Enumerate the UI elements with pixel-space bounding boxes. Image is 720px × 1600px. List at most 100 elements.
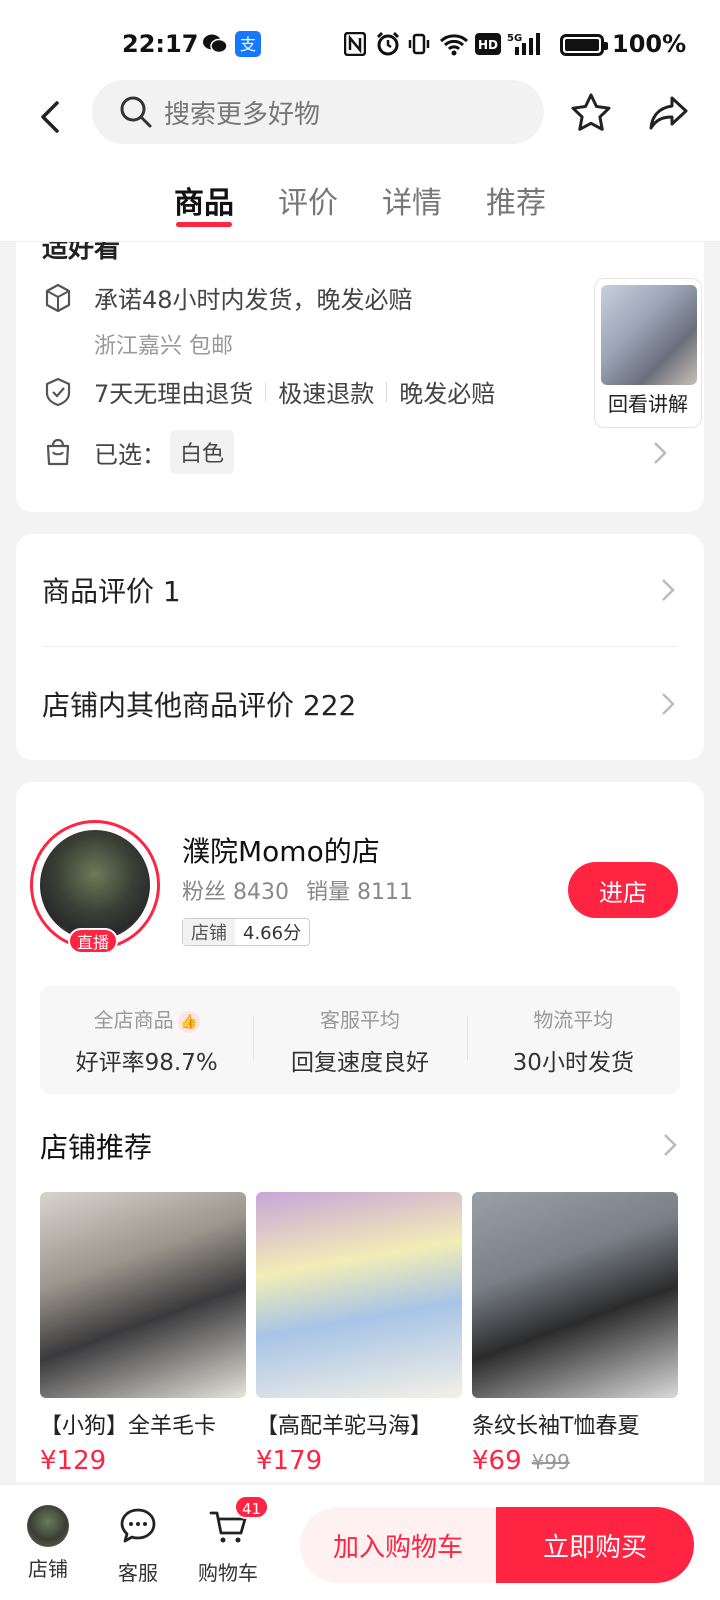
svg-text:HD: HD <box>478 38 498 52</box>
product-price: ¥179 <box>256 1446 323 1476</box>
metric-product-rating: 全店商品 👍 好评率98.7% <box>40 986 253 1094</box>
live-replay-thumbnail <box>601 285 697 385</box>
selected-color-chip: 白色 <box>170 430 235 474</box>
tab-product[interactable]: 商品 <box>152 160 256 241</box>
customer-service-label: 客服 <box>118 1561 158 1585</box>
product-image <box>472 1192 678 1398</box>
alarm-icon <box>374 30 402 58</box>
shop-score-badge: 店铺 4.66分 <box>182 918 311 946</box>
product-name: 条纹长袖T恤春夏 <box>472 1414 640 1439</box>
shop-avatar-small <box>27 1505 69 1547</box>
enter-shop-button[interactable]: 进店 <box>568 862 678 918</box>
product-card[interactable]: 【小狗】全羊毛卡 ¥129 <box>40 1192 246 1476</box>
metric-service: 客服平均 回复速度良好 <box>253 986 466 1094</box>
battery-percent: 100% <box>612 30 687 58</box>
chat-bubble-icon <box>120 1508 156 1543</box>
chevron-right-icon <box>662 693 675 715</box>
reviews-card: 商品评价 1 店铺内其他商品评价 222 <box>16 534 704 760</box>
product-image <box>40 1192 246 1398</box>
back-arrow-icon <box>41 101 59 133</box>
cut-off-title: 适好看 <box>42 242 121 264</box>
guarantee-row[interactable]: 7天无理由退货 极速退款 晚发必赔 <box>42 374 495 409</box>
shipping-row[interactable]: 承诺48小时内发货，晚发必赔 <box>42 280 413 315</box>
metric-label: 客服平均 <box>319 1008 400 1032</box>
metric-logistics: 物流平均 30小时发货 <box>466 986 680 1094</box>
vibrate-icon <box>406 30 432 58</box>
shipping-promise: 承诺48小时内发货，晚发必赔 <box>94 286 413 314</box>
product-original-price: ¥99 <box>531 1450 570 1474</box>
tab-reviews[interactable]: 评价 <box>256 160 360 241</box>
shop-reviews-label: 店铺内其他商品评价 222 <box>42 689 357 722</box>
nfc-icon <box>342 30 368 58</box>
product-card[interactable]: 【高配羊驼马海】 ¥179 <box>256 1192 462 1476</box>
shield-check-icon <box>45 377 71 406</box>
chevron-right-icon <box>662 579 675 601</box>
live-replay-label: 回看讲解 <box>608 392 688 416</box>
cart-button[interactable]: 41 购物车 <box>190 1495 270 1586</box>
product-card[interactable]: 条纹长袖T恤春夏 ¥69 ¥99 <box>472 1192 678 1476</box>
bag-icon <box>46 438 70 466</box>
cart-count-badge: 41 <box>234 1495 270 1519</box>
svg-text:5G: 5G <box>507 33 522 44</box>
shop-metrics: 全店商品 👍 好评率98.7% 客服平均 回复速度良好 物流平均 30小时发货 <box>40 986 680 1094</box>
shop-score-key: 店铺 <box>183 919 235 945</box>
status-bar: 22:17 支 HD 5G 100% <box>0 0 720 90</box>
metric-label: 物流平均 <box>533 1008 614 1032</box>
product-price: ¥69 <box>472 1446 522 1476</box>
product-reviews-row[interactable]: 商品评价 1 <box>42 534 684 646</box>
chevron-right-icon[interactable] <box>662 1132 678 1158</box>
customer-service-button[interactable]: 客服 <box>100 1505 176 1586</box>
battery-icon <box>560 34 608 56</box>
metric-value: 回复速度良好 <box>290 1050 429 1076</box>
shop-name[interactable]: 濮院Momo的店 <box>182 830 380 870</box>
shop-card: 直播 濮院Momo的店 粉丝 8430 销量 8111 店铺 4.66分 进店 … <box>16 782 704 1482</box>
thumbs-up-icon: 👍 <box>177 1011 200 1033</box>
shop-avatar-image <box>40 830 150 940</box>
tab-details[interactable]: 详情 <box>360 160 464 241</box>
bottom-action-bar: 店铺 客服 41 购物车 加入购物车 立即购买 <box>0 1484 720 1600</box>
guarantee-1: 7天无理由退货 <box>94 380 254 408</box>
wechat-icon <box>200 30 230 58</box>
package-icon <box>45 283 71 312</box>
5g-signal-icon: 5G <box>506 30 542 58</box>
status-time: 22:17 <box>122 30 199 58</box>
back-button[interactable] <box>30 92 70 142</box>
product-image <box>256 1192 462 1398</box>
product-name: 【小狗】全羊毛卡 <box>40 1414 217 1439</box>
search-placeholder: 搜索更多好物 <box>164 99 321 130</box>
service-card: 适好看 承诺48小时内发货，晚发必赔 浙江嘉兴 包邮 7天无理由退货 极速退款 … <box>16 242 704 512</box>
tab-recommend[interactable]: 推荐 <box>464 160 568 241</box>
buy-now-button[interactable]: 立即购买 <box>496 1507 694 1583</box>
search-input[interactable]: 搜索更多好物 <box>92 80 544 144</box>
metric-label: 全店商品 <box>93 1008 174 1032</box>
shipping-origin: 浙江嘉兴 包邮 <box>94 334 233 359</box>
svg-text:支: 支 <box>240 35 256 54</box>
live-badge: 直播 <box>68 928 118 954</box>
favorite-button[interactable] <box>568 90 614 136</box>
search-icon <box>120 96 152 128</box>
hd-icon: HD <box>474 30 502 58</box>
shop-recommend-title[interactable]: 店铺推荐 <box>40 1126 152 1166</box>
live-replay-card[interactable]: 回看讲解 <box>594 278 702 428</box>
divider <box>265 381 267 402</box>
share-button[interactable] <box>646 90 692 136</box>
recommended-products: 【小狗】全羊毛卡 ¥129 【高配羊驼马海】 ¥179 条纹长袖T恤春夏 ¥69… <box>40 1192 680 1476</box>
sales-count: 销量 8111 <box>305 880 413 905</box>
header: 搜索更多好物 <box>0 78 720 160</box>
shop-stats: 粉丝 8430 销量 8111 <box>182 874 423 906</box>
shop-nav-label: 店铺 <box>28 1557 68 1581</box>
product-name: 【高配羊驼马海】 <box>256 1414 433 1439</box>
selected-option-row[interactable]: 已选： 白色 <box>42 430 235 474</box>
alipay-icon: 支 <box>234 30 262 58</box>
cart-label: 购物车 <box>198 1561 258 1585</box>
followers-count: 粉丝 8430 <box>182 880 289 905</box>
shop-reviews-row[interactable]: 店铺内其他商品评价 222 <box>42 648 684 760</box>
add-to-cart-button[interactable]: 加入购物车 <box>300 1507 496 1583</box>
shop-nav-button[interactable]: 店铺 <box>10 1505 86 1582</box>
product-price: ¥129 <box>40 1446 107 1476</box>
guarantee-2: 极速退款 <box>278 380 375 408</box>
divider <box>42 646 678 647</box>
metric-value: 30小时发货 <box>512 1050 634 1076</box>
selected-label: 已选： <box>94 440 166 469</box>
metric-value: 好评率98.7% <box>75 1050 218 1076</box>
